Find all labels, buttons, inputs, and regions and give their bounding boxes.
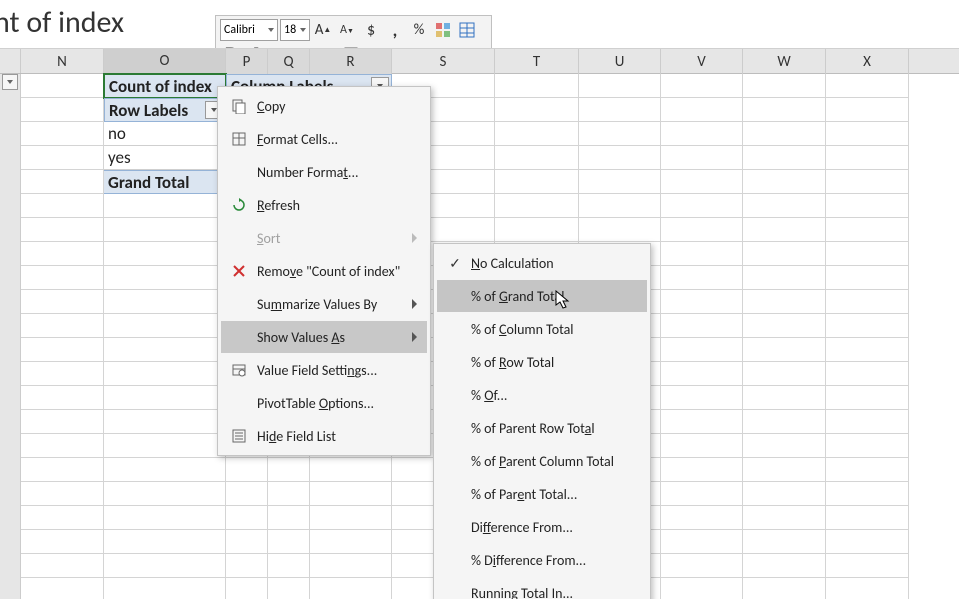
column-header[interactable]: Q bbox=[268, 49, 310, 75]
chevron-right-icon bbox=[412, 332, 417, 342]
table-format-button[interactable] bbox=[456, 19, 478, 41]
submenu-item-label: % of Parent Column Total bbox=[471, 453, 637, 470]
submenu-item-label: Running Total In... bbox=[471, 585, 637, 599]
menu-item-label: Show Values As bbox=[257, 329, 412, 346]
context-menu-item[interactable]: Hide Field List bbox=[221, 420, 427, 452]
submenu-item[interactable]: % Difference From... bbox=[437, 544, 647, 576]
column-header[interactable]: N bbox=[21, 49, 104, 75]
menu-item-label: Remove "Count of index" bbox=[257, 263, 417, 280]
submenu-item[interactable]: % of Row Total bbox=[437, 346, 647, 378]
context-menu-item[interactable]: Remove "Count of index" bbox=[221, 255, 427, 287]
chevron-right-icon bbox=[412, 299, 417, 309]
settings-icon bbox=[227, 362, 251, 378]
column-header[interactable]: R bbox=[310, 49, 392, 75]
column-headers: NOPQRSTUVWX bbox=[0, 48, 959, 74]
context-menu-item[interactable]: Refresh bbox=[221, 189, 427, 221]
submenu-item-label: Difference From... bbox=[471, 519, 637, 536]
menu-item-label: Refresh bbox=[257, 197, 417, 214]
submenu-item[interactable]: % of Grand Total bbox=[437, 280, 647, 312]
submenu-item[interactable]: ✓No Calculation bbox=[437, 247, 647, 279]
show-values-as-submenu: ✓No Calculation % of Grand Total % of Colu… bbox=[433, 243, 651, 599]
conditional-format-icon bbox=[435, 22, 451, 38]
context-menu-item[interactable]: Format Cells... bbox=[221, 123, 427, 155]
pivot-expand-button[interactable] bbox=[2, 74, 18, 90]
row-headers-strip bbox=[0, 74, 21, 599]
list-icon bbox=[227, 428, 251, 444]
submenu-item-label: % Of... bbox=[471, 387, 637, 404]
submenu-item[interactable]: % Of... bbox=[437, 379, 647, 411]
submenu-item[interactable]: % of Parent Total... bbox=[437, 478, 647, 510]
percent-style-button[interactable]: % bbox=[408, 19, 430, 41]
chevron-down-icon bbox=[300, 28, 306, 32]
submenu-item[interactable]: % of Parent Column Total bbox=[437, 445, 647, 477]
menu-item-label: Summarize Values By bbox=[257, 296, 412, 313]
context-menu-item[interactable]: Number Format... bbox=[221, 156, 427, 188]
pivot-row-label[interactable]: no bbox=[104, 122, 226, 146]
context-menu-item[interactable]: Value Field Settings... bbox=[221, 354, 427, 386]
menu-item-label: Format Cells... bbox=[257, 131, 417, 148]
accounting-format-button[interactable]: $ bbox=[360, 19, 382, 41]
context-menu-item[interactable]: Copy bbox=[221, 90, 427, 122]
refresh-icon bbox=[227, 197, 251, 213]
submenu-item-label: % of Parent Row Total bbox=[471, 420, 637, 437]
pivot-row-field-cell[interactable]: Row Labels bbox=[104, 98, 226, 122]
submenu-item-label: No Calculation bbox=[471, 255, 637, 272]
column-header[interactable]: U bbox=[579, 49, 661, 75]
column-header[interactable]: S bbox=[392, 49, 495, 75]
pivot-value-field-cell[interactable]: Count of index bbox=[104, 74, 226, 98]
menu-item-label: Number Format... bbox=[257, 164, 417, 181]
grand-total-row-label[interactable]: Grand Total bbox=[104, 170, 226, 194]
table-icon bbox=[227, 131, 251, 147]
column-header[interactable]: W bbox=[743, 49, 826, 75]
submenu-item[interactable]: Difference From... bbox=[437, 511, 647, 543]
chevron-down-icon bbox=[268, 28, 274, 32]
submenu-item[interactable]: Running Total In... bbox=[437, 577, 647, 599]
context-menu-item[interactable]: PivotTable Options... bbox=[221, 387, 427, 419]
column-header[interactable]: T bbox=[495, 49, 579, 75]
table-icon bbox=[459, 22, 475, 38]
context-menu-item: Sort bbox=[221, 222, 427, 254]
title-fragment: nt of index bbox=[0, 4, 124, 41]
font-name-dropdown[interactable]: Calibri bbox=[220, 19, 278, 41]
chevron-right-icon bbox=[412, 233, 417, 243]
checkmark-icon: ✓ bbox=[443, 255, 467, 272]
menu-item-label: Sort bbox=[257, 230, 412, 247]
column-header[interactable]: X bbox=[826, 49, 909, 75]
pivot-row-label[interactable]: yes bbox=[104, 146, 226, 170]
comma-style-button[interactable]: , bbox=[384, 19, 406, 41]
column-header[interactable]: O bbox=[104, 49, 226, 75]
select-all-corner[interactable] bbox=[0, 49, 21, 73]
menu-item-label: Hide Field List bbox=[257, 428, 417, 445]
conditional-format-button[interactable] bbox=[432, 19, 454, 41]
submenu-item-label: % of Grand Total bbox=[471, 288, 637, 305]
column-header[interactable]: P bbox=[226, 49, 268, 75]
context-menu-item[interactable]: Summarize Values By bbox=[221, 288, 427, 320]
font-size-dropdown[interactable]: 18 bbox=[280, 19, 310, 41]
submenu-item[interactable]: % of Parent Row Total bbox=[437, 412, 647, 444]
menu-item-label: PivotTable Options... bbox=[257, 395, 417, 412]
submenu-item[interactable]: % of Column Total bbox=[437, 313, 647, 345]
submenu-item-label: % of Column Total bbox=[471, 321, 637, 338]
submenu-item-label: % Difference From... bbox=[471, 552, 637, 569]
copy-icon bbox=[227, 98, 251, 114]
context-menu: Copy Format Cells... Number Format... Refre… bbox=[217, 86, 431, 456]
grow-font-button[interactable]: A▲ bbox=[312, 19, 334, 41]
submenu-item-label: % of Parent Total... bbox=[471, 486, 637, 503]
menu-item-label: Value Field Settings... bbox=[257, 362, 417, 379]
menu-item-label: Copy bbox=[257, 98, 417, 115]
shrink-font-button[interactable]: A▼ bbox=[336, 19, 358, 41]
x-icon bbox=[227, 264, 251, 278]
submenu-item-label: % of Row Total bbox=[471, 354, 637, 371]
column-header[interactable]: V bbox=[661, 49, 743, 75]
context-menu-item[interactable]: Show Values As bbox=[221, 321, 427, 353]
